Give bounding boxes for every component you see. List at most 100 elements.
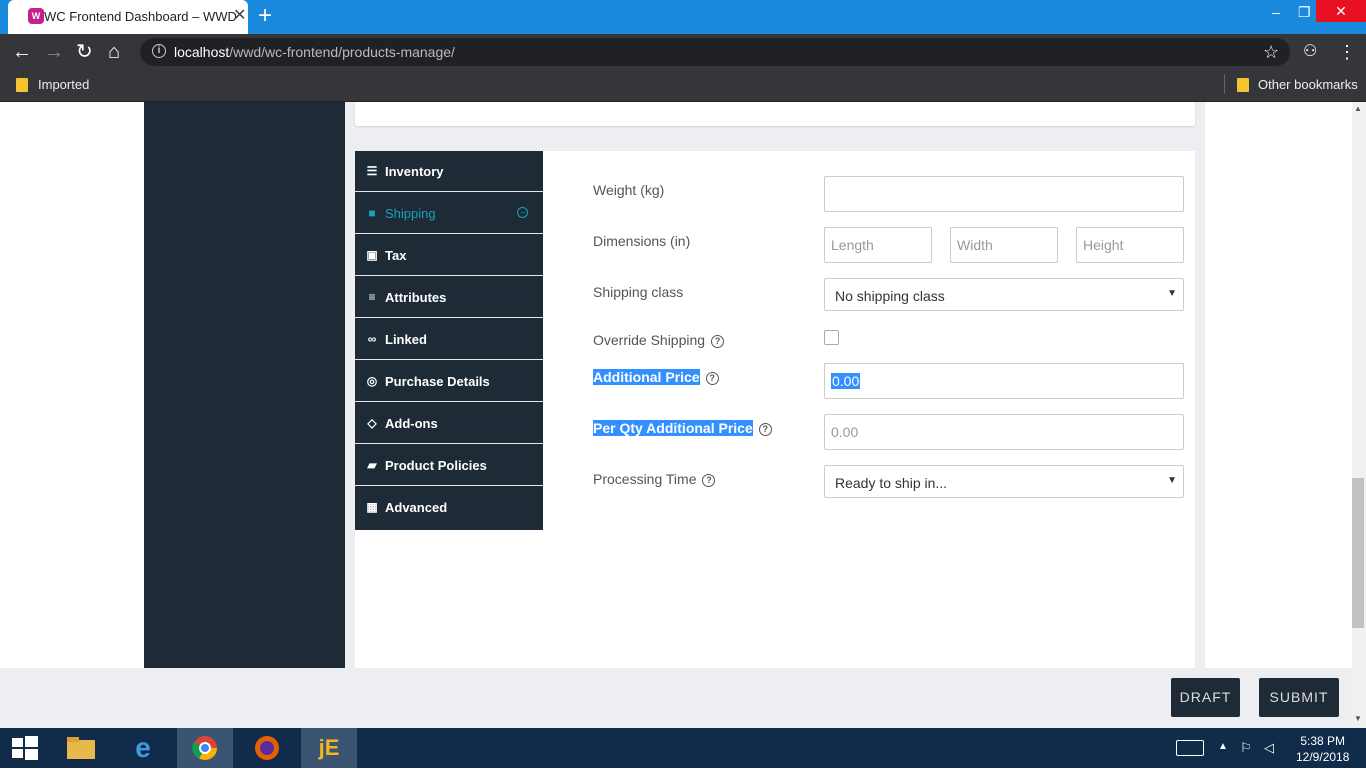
page-scrollbar[interactable]	[1352, 102, 1366, 728]
tab-label: Inventory	[385, 164, 444, 179]
dropdown-caret-icon: ▼	[1167, 475, 1177, 486]
restore-icon[interactable]: ❐	[1298, 4, 1311, 21]
diamond-icon: ◇	[367, 416, 377, 430]
chrome-menu-icon[interactable]: ⋮	[1338, 40, 1356, 64]
site-info-icon[interactable]: i	[152, 44, 166, 58]
bookmark-other[interactable]: Other bookmarks	[1258, 77, 1358, 92]
tab-add-ons[interactable]: ◇ Add-ons	[355, 403, 543, 444]
internet-explorer-icon[interactable]: e	[115, 728, 171, 768]
bookmark-divider	[1224, 74, 1225, 94]
per-qty-text: Per Qty Additional Price	[593, 420, 753, 436]
override-shipping-label: Override Shipping?	[593, 332, 725, 348]
extension-icon[interactable]: ⚇	[1303, 40, 1317, 64]
processing-time-select[interactable]: Ready to ship in... ▼	[824, 465, 1184, 498]
tray-expand-icon[interactable]: ▲	[1218, 741, 1228, 752]
tab-product-policies[interactable]: ▰ Product Policies	[355, 445, 543, 486]
per-qty-label: Per Qty Additional Price?	[593, 420, 772, 436]
jetbrains-app-icon[interactable]: jE	[301, 728, 357, 768]
weight-input[interactable]	[824, 176, 1184, 212]
tab-label: Tax	[385, 248, 407, 263]
site-favicon-icon: W	[28, 8, 44, 24]
height-input[interactable]: Height	[1076, 227, 1184, 263]
tab-tax[interactable]: ▣ Tax	[355, 235, 543, 276]
help-icon[interactable]: ?	[702, 473, 716, 487]
tab-label: Attributes	[385, 290, 447, 305]
processing-time-value: Ready to ship in...	[835, 475, 948, 491]
dropdown-caret-icon: ▼	[1167, 288, 1177, 299]
tab-shipping[interactable]: ■ Shipping →	[355, 193, 543, 234]
arrow-right-circle-icon: →	[517, 207, 528, 218]
back-icon[interactable]: ←	[12, 40, 32, 64]
tab-attributes[interactable]: ≡ Attributes	[355, 277, 543, 318]
window-close-icon[interactable]: ✕	[1316, 0, 1366, 22]
minimize-icon[interactable]: –	[1272, 4, 1280, 20]
reload-icon[interactable]: ↻	[76, 40, 93, 64]
tab-advanced[interactable]: ▦ Advanced	[355, 487, 543, 528]
draft-button[interactable]: DRAFT	[1171, 678, 1240, 717]
clock-date: 12/9/2018	[1296, 750, 1350, 764]
tab-label: Add-ons	[385, 416, 438, 431]
target-icon: ◎	[366, 374, 378, 388]
processing-time-label: Processing Time?	[593, 471, 716, 487]
url-text[interactable]: localhost/wwd/wc-frontend/products-manag…	[174, 44, 455, 60]
url-path: /wwd/wc-frontend/products-manage/	[229, 44, 455, 60]
scroll-down-icon[interactable]: ▼	[1354, 714, 1362, 723]
scroll-up-icon[interactable]: ▲	[1354, 104, 1362, 113]
bookmark-star-icon[interactable]: ☆	[1263, 40, 1279, 64]
additional-price-label: Additional Price?	[593, 369, 719, 385]
truck-icon: ■	[368, 206, 376, 220]
grid-icon: ▦	[366, 500, 378, 514]
submit-button[interactable]: SUBMIT	[1259, 678, 1339, 717]
width-input[interactable]: Width	[950, 227, 1058, 263]
scrollbar-thumb[interactable]	[1352, 478, 1364, 628]
length-placeholder: Length	[831, 237, 874, 253]
new-tab-button[interactable]: +	[258, 2, 272, 30]
keyboard-icon[interactable]	[1176, 740, 1204, 756]
money-icon: ▣	[366, 248, 378, 262]
shipping-class-select[interactable]: No shipping class ▼	[824, 278, 1184, 311]
length-input[interactable]: Length	[824, 227, 932, 263]
help-icon[interactable]: ?	[711, 334, 725, 348]
firefox-icon[interactable]	[239, 728, 295, 768]
tab-purchase-details[interactable]: ◎ Purchase Details	[355, 361, 543, 402]
tab-label: Advanced	[385, 500, 448, 515]
folder-icon	[1237, 78, 1249, 92]
forward-icon[interactable]: →	[44, 40, 64, 64]
override-shipping-text: Override Shipping	[593, 332, 706, 348]
help-icon[interactable]: ?	[758, 422, 772, 436]
link-icon: ∞	[367, 332, 377, 346]
url-host: localhost	[174, 44, 230, 60]
volume-muted-icon[interactable]: ◁	[1264, 740, 1274, 756]
tab-linked[interactable]: ∞ Linked	[355, 319, 543, 360]
top-card	[355, 102, 1195, 126]
shipping-class-value: No shipping class	[835, 288, 945, 304]
file-explorer-icon[interactable]	[53, 728, 109, 768]
product-data-tabs: ☰ Inventory ■ Shipping → ▣ Tax ≡ Attributes ∞…	[355, 151, 543, 530]
additional-price-input[interactable]: 0.00	[824, 363, 1184, 399]
weight-label: Weight (kg)	[593, 182, 665, 198]
system-clock[interactable]: 5:38 PM 12/9/2018	[1296, 733, 1349, 765]
home-icon[interactable]: ⌂	[108, 40, 120, 64]
help-icon[interactable]: ?	[705, 371, 719, 385]
tab-label: Shipping	[385, 206, 436, 221]
close-tab-icon[interactable]: ✕	[233, 5, 246, 25]
dashboard-sidebar	[144, 102, 345, 668]
additional-price-value: 0.00	[831, 373, 861, 389]
form-footer	[0, 668, 1352, 728]
browser-tab[interactable]: W WC Frontend Dashboard – WWD ✕	[8, 0, 248, 34]
chrome-icon[interactable]	[177, 728, 233, 768]
additional-price-text: Additional Price	[593, 369, 700, 385]
bookmarks-bar	[0, 70, 1366, 102]
network-icon[interactable]: ⚐	[1240, 740, 1252, 756]
tab-label: Purchase Details	[385, 374, 490, 389]
clock-time: 5:38 PM	[1300, 734, 1346, 748]
dimensions-label: Dimensions (in)	[593, 233, 691, 249]
override-shipping-checkbox[interactable]	[824, 330, 839, 345]
windows-start-icon[interactable]	[12, 736, 38, 760]
per-qty-input[interactable]: 0.00	[824, 414, 1184, 450]
tab-inventory[interactable]: ☰ Inventory	[355, 151, 543, 192]
list-icon: ≡	[368, 290, 376, 304]
processing-time-text: Processing Time	[593, 471, 697, 487]
bookmark-imported[interactable]: Imported	[38, 77, 89, 92]
tab-label: Product Policies	[385, 458, 487, 473]
